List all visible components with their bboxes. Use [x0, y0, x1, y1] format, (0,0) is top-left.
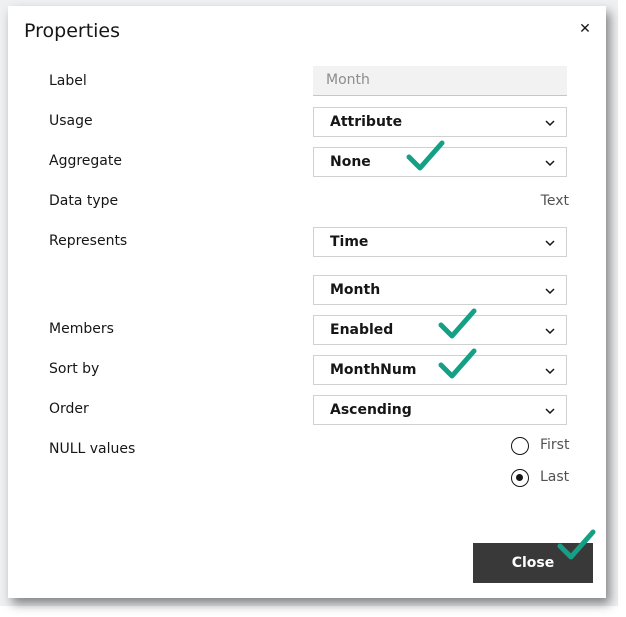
label-input-placeholder: Month — [326, 72, 370, 88]
aggregate-value: None — [330, 154, 371, 170]
checkmark-icon — [557, 529, 596, 560]
null-values-label: NULL values — [49, 441, 136, 457]
usage-select[interactable]: Attribute — [313, 107, 567, 137]
represents-value: Time — [330, 234, 369, 250]
represents-sub-select[interactable]: Month — [313, 275, 567, 305]
radio-button[interactable] — [511, 437, 529, 455]
order-value: Ascending — [330, 402, 412, 418]
properties-dialog: Properties ✕ Label Month Usage Attribute… — [8, 6, 606, 598]
sort-by-value: MonthNum — [330, 362, 417, 378]
radio-button-selected[interactable] — [511, 469, 529, 487]
members-label: Members — [49, 321, 114, 337]
usage-value: Attribute — [330, 114, 403, 130]
chevron-down-icon — [545, 120, 555, 127]
dialog-title: Properties — [24, 20, 121, 42]
radio-selected-dot — [516, 474, 523, 481]
radio-first-label: First — [540, 437, 570, 453]
checkmark-icon — [438, 348, 477, 379]
represents-select[interactable]: Time — [313, 227, 567, 257]
chevron-down-icon — [545, 160, 555, 167]
aggregate-label: Aggregate — [49, 153, 122, 169]
usage-label: Usage — [49, 113, 93, 129]
chevron-down-icon — [545, 368, 555, 375]
radio-last-label: Last — [540, 469, 570, 485]
sort-by-label: Sort by — [49, 361, 100, 377]
represents-label: Represents — [49, 233, 128, 249]
represents-sub-value: Month — [330, 282, 381, 298]
data-type-label: Data type — [49, 193, 119, 209]
data-type-value: Text — [540, 193, 569, 209]
chevron-down-icon — [545, 328, 555, 335]
chevron-down-icon — [545, 408, 555, 415]
label-field-label: Label — [49, 73, 87, 89]
order-select[interactable]: Ascending — [313, 395, 567, 425]
checkmark-icon — [438, 308, 477, 339]
chevron-down-icon — [545, 288, 555, 295]
close-icon[interactable]: ✕ — [576, 20, 594, 38]
order-label: Order — [49, 401, 89, 417]
members-value: Enabled — [330, 322, 394, 338]
checkmark-icon — [406, 140, 445, 171]
label-input[interactable]: Month — [313, 66, 567, 96]
chevron-down-icon — [545, 240, 555, 247]
